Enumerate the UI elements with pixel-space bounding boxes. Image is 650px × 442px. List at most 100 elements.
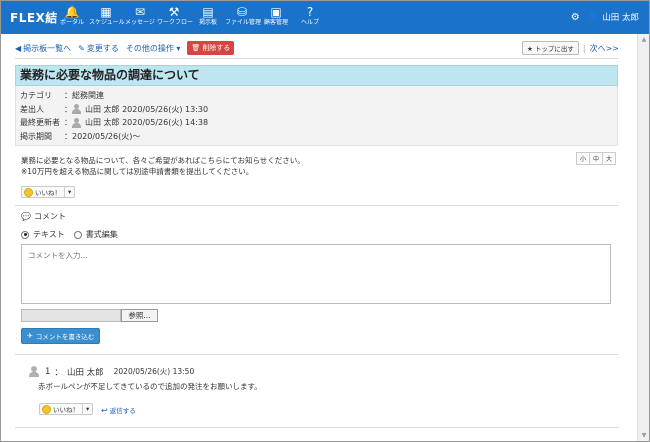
app-logo[interactable]: FLEX結 [10,9,58,26]
mode-rich-label[interactable]: 書式編集 [86,229,118,240]
toolbar-right: ★ トップに出す | 次へ>> [521,41,619,55]
pin-to-top-button[interactable]: ★ トップに出す [521,41,579,55]
delete-label: 削除する [202,44,231,52]
stamp-icon: ⚒ [168,5,180,19]
meta-value: 山田 太郎 2020/05/26(火) 14:38 [85,118,209,128]
post-meta: カテゴリ ： 総務関連 差出人 ： 山田 太郎 2020/05/26(火) 13… [15,86,618,146]
meta-colon: ： [64,118,72,128]
meta-value: 山田 太郎 2020/05/26(火) 13:30 [85,104,209,114]
delete-button[interactable]: 🗑 削除する [187,41,235,55]
post-body-line: ※10万円を超える物品に関しては別途申請書類を提出してください。 [21,167,254,176]
nav-files-label: ファイル管理 [225,19,262,26]
scroll-up-icon[interactable]: ▲ [640,36,648,44]
caret-left-icon: ◀ [15,43,22,53]
gear-icon[interactable]: ⚙ [571,12,580,23]
back-to-list-link[interactable]: ◀ 掲示板一覧へ [15,43,71,54]
nav-schedule-label: スケジュール [89,19,125,26]
smile-icon [42,404,51,414]
trash-icon: 🗑 [191,44,201,52]
post-title: 業務に必要な物品の調達について [15,65,618,86]
next-post-link[interactable]: 次へ>> [590,43,619,54]
meta-colon: ： [64,131,72,141]
comment-section-label: コメント [33,212,66,221]
comment-input[interactable] [21,244,611,304]
vertical-scrollbar[interactable]: ▲ ▼ [637,34,649,441]
like-label: いいね！ [35,189,61,197]
nav-schedule[interactable]: ▦ スケジュール [89,1,125,34]
meta-key: 最終更新者 [20,118,60,128]
bell-icon: 🔔 [64,5,80,19]
nav-help[interactable]: ? ヘルプ [293,1,327,34]
board-icon: ▤ [202,5,214,19]
scroll-down-icon[interactable]: ▼ [640,432,648,440]
post-like-button[interactable]: いいね！ ▾ [21,186,76,198]
font-size-medium-button[interactable]: 中 [589,152,604,165]
comment-header: 1 ： 山田 太郎 2020/05/26(火) 13:50 [29,365,609,378]
comment-mode-radios: テキスト 書式編集 [21,229,127,240]
chevron-down-icon[interactable]: ▾ [64,187,74,197]
section-divider [15,354,619,355]
nav-workflow[interactable]: ⚒ ワークフロー [157,1,194,34]
nav-customers-label: 顧客管理 [263,19,288,26]
comments-icon: 💬 [21,212,31,221]
meta-row-category: カテゴリ ： 総務関連 [20,89,613,103]
section-divider [15,427,619,428]
app-window: FLEX結 🔔 ポータル ▦ スケジュール ✉ メッセージ ⚒ ワークフロー ▤… [0,0,650,442]
meta-value: 2020/05/26(火)〜 [72,131,141,141]
nav-workflow-label: ワークフロー [157,19,194,26]
mode-text-radio[interactable] [21,230,29,239]
nav-portal[interactable]: 🔔 ポータル [55,1,89,34]
header-bar: FLEX結 🔔 ポータル ▦ スケジュール ✉ メッセージ ⚒ ワークフロー ▤… [1,1,649,34]
pencil-icon: ✎ [78,43,85,53]
smile-icon [24,187,33,197]
avatar [72,104,81,115]
submit-comment-button[interactable]: ✈ コメントを書き込む [21,328,101,344]
avatar [29,366,39,377]
font-size-switch: 小 中 大 [576,152,617,165]
attachment-path-field[interactable] [21,309,121,322]
toolbar-divider-line [15,58,619,59]
nav-message[interactable]: ✉ メッセージ [123,1,157,34]
comment-number-colon: ： [54,367,63,378]
nav-message-label: メッセージ [125,19,155,26]
comment-item: 1 ： 山田 太郎 2020/05/26(火) 13:50 赤ボールペンが不足し… [29,365,609,392]
user-menu[interactable]: ⚙ 👤 山田 太郎 [571,11,639,24]
edit-label: 変更する [86,43,119,53]
post-body-line: 業務に必要となる物品について、各々ご希望があればこちらにてお知らせください。 [21,156,305,165]
mode-rich-radio[interactable] [73,230,82,239]
chevron-down-icon[interactable]: ▾ [82,404,92,414]
section-divider [15,205,619,206]
reply-link[interactable]: ↩ 返信する [101,405,136,416]
comment-number: 1 [45,366,51,377]
mode-text-label[interactable]: テキスト [33,229,65,240]
reply-icon: ↩ [101,405,108,415]
calendar-icon: ▦ [100,5,112,19]
nav-files[interactable]: ⛁ ファイル管理 [225,1,262,34]
meta-colon: ： [64,104,72,114]
user-name: 山田 太郎 [602,13,639,23]
meta-key: カテゴリ [20,91,52,101]
comment-section-title: 💬 コメント [21,211,66,222]
edit-link[interactable]: ✎ 変更する [78,43,119,54]
browse-button[interactable]: 参照... [121,309,158,322]
font-size-small-button[interactable]: 小 [576,152,591,165]
other-actions-dropdown[interactable]: その他の操作 ▾ [126,43,181,54]
submit-comment-label: コメントを書き込む [35,333,95,341]
meta-row-period: 掲示期間 ： 2020/05/26(火)〜 [20,130,613,144]
font-size-large-button[interactable]: 大 [602,152,617,165]
meta-row-sender: 差出人 ： 山田 太郎 2020/05/26(火) 13:30 [20,103,613,117]
post-body: 業務に必要となる物品について、各々ご希望があればこちらにてお知らせください。 ※… [21,155,561,177]
comment-author[interactable]: 山田 太郎 [67,366,104,378]
nav-help-label: ヘルプ [300,19,319,26]
post-toolbar: ◀ 掲示板一覧へ ✎ 変更する その他の操作 ▾ 🗑 削除する ★ トップに出す… [15,41,619,55]
comment-body: 赤ボールペンが不足してきているので追加の発注をお願いします。 [38,382,262,391]
nav-board-label: 掲示板 [198,19,217,26]
comment-like-button[interactable]: いいね！ ▾ [39,403,94,415]
nav-board[interactable]: ▤ 掲示板 [191,1,225,34]
customer-icon: ▣ [270,5,282,19]
help-icon: ? [306,5,314,19]
nav-customers[interactable]: ▣ 顧客管理 [259,1,293,34]
like-label: いいね！ [53,406,79,414]
other-actions-label: その他の操作 ▾ [125,43,181,53]
nav-portal-label: ポータル [59,19,84,26]
